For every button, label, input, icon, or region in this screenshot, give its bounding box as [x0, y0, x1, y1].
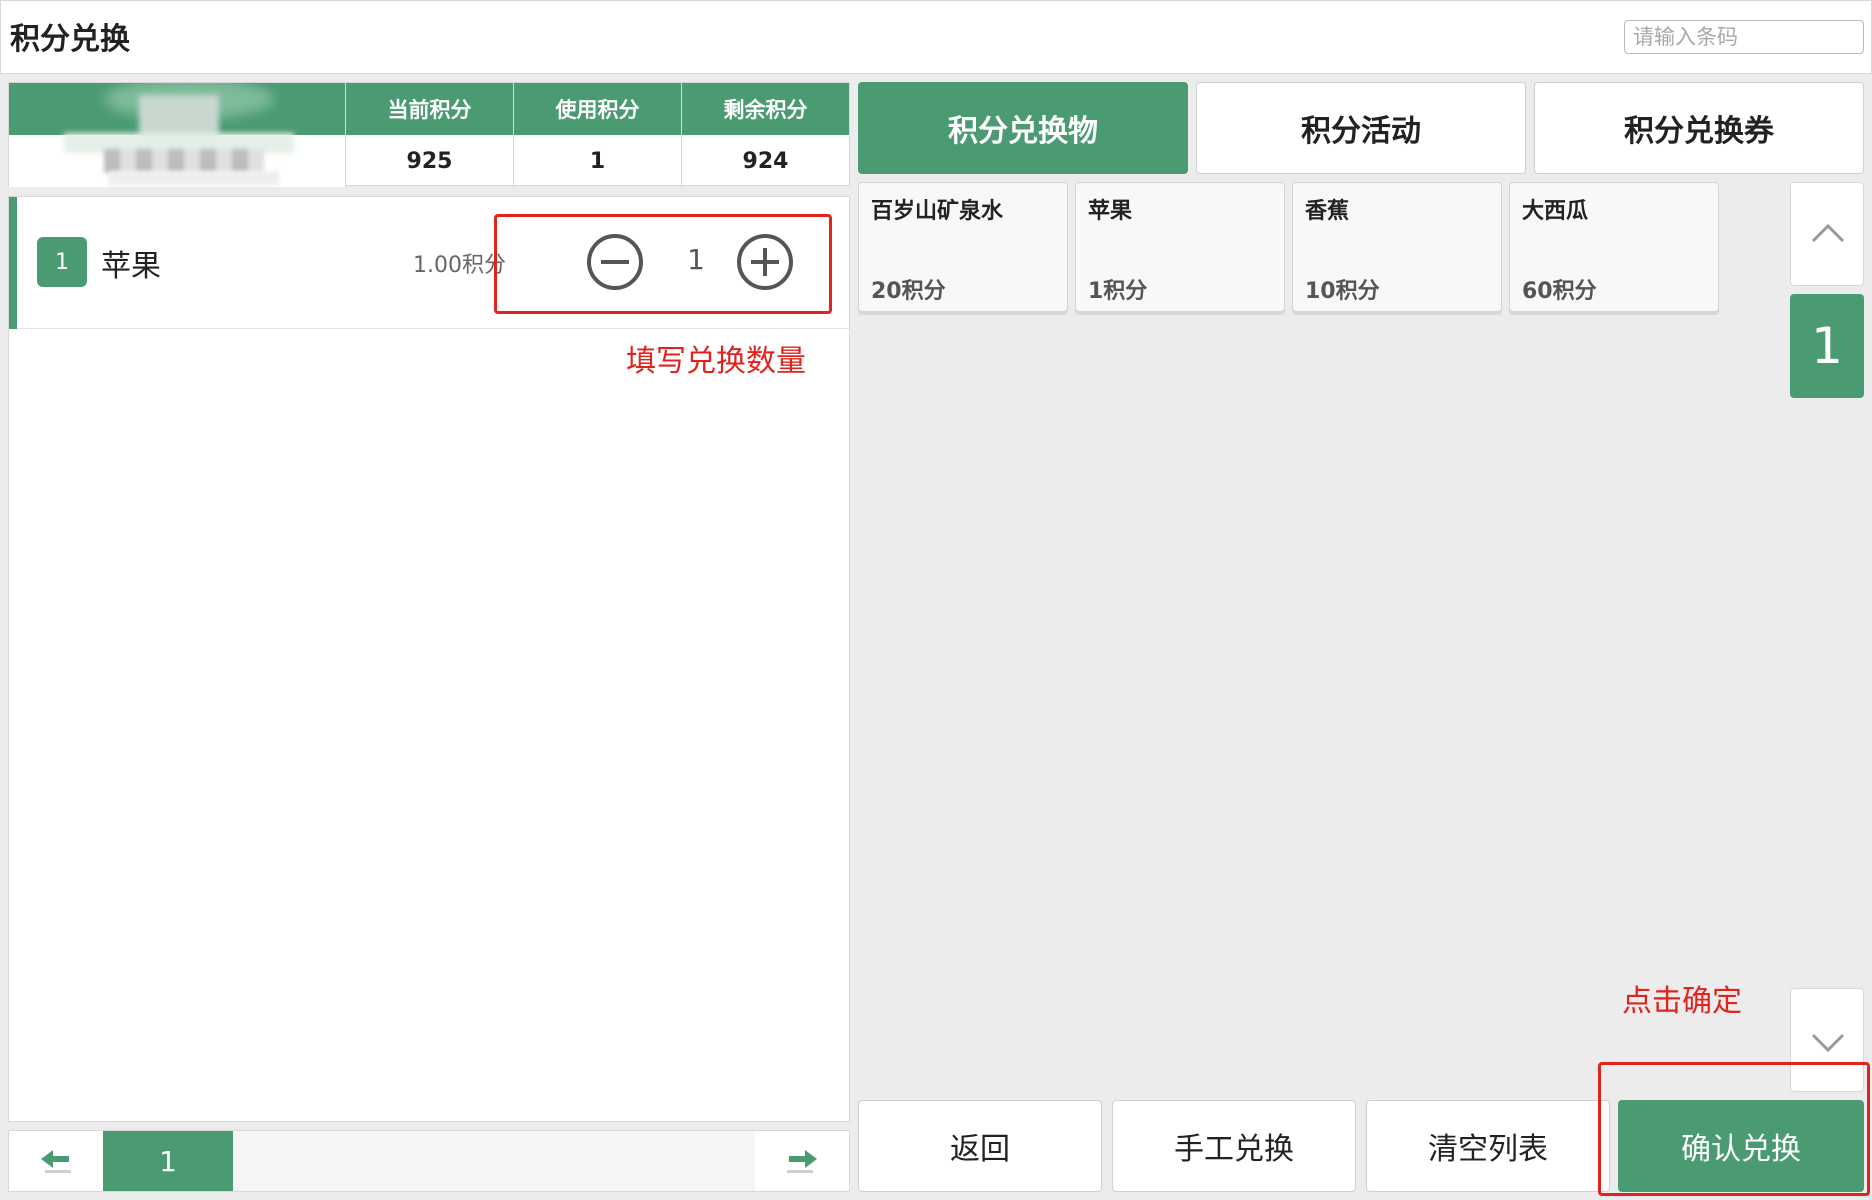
stat-value: 924: [742, 148, 789, 174]
product-card[interactable]: 大西瓜 60积分: [1509, 182, 1719, 312]
annotation-highlight-confirm: [1598, 1062, 1870, 1196]
product-name: 苹果: [1088, 199, 1133, 224]
product-card[interactable]: 苹果 1积分: [1075, 182, 1285, 312]
product-name: 百岁山矿泉水: [871, 199, 1004, 224]
cart-pager: 1: [8, 1130, 850, 1192]
item-name: 苹果: [101, 249, 161, 284]
stat-current-points: 当前积分 925: [345, 83, 513, 187]
back-button[interactable]: 返回: [858, 1100, 1102, 1192]
stat-label: 当前积分: [346, 83, 513, 135]
product-price: 1积分: [1088, 279, 1148, 304]
product-name: 香蕉: [1305, 199, 1350, 224]
product-price: 10积分: [1305, 279, 1380, 304]
page-title: 积分兑换: [10, 22, 130, 57]
pager-current-page: 1: [103, 1131, 233, 1191]
annotation-highlight-quantity: [494, 214, 832, 314]
chevron-up-icon[interactable]: [1790, 182, 1864, 286]
stat-value: 925: [406, 148, 453, 174]
arrow-left-icon[interactable]: [9, 1131, 103, 1191]
annotation-quantity: 填写兑换数量: [626, 344, 806, 379]
item-points: 1.00积分: [413, 253, 506, 278]
tab-activities[interactable]: 积分活动: [1196, 82, 1526, 174]
product-name: 大西瓜: [1522, 199, 1589, 224]
app-header: [0, 0, 1872, 74]
product-card[interactable]: 香蕉 10积分: [1292, 182, 1502, 312]
clear-list-button[interactable]: 清空列表: [1366, 1100, 1610, 1192]
member-summary: 当前积分 925 使用积分 1 剩余积分 924: [8, 82, 850, 187]
tab-exchange-items[interactable]: 积分兑换物: [858, 82, 1188, 174]
product-current-page: 1: [1790, 294, 1864, 398]
stat-remaining-points: 剩余积分 924: [681, 83, 849, 187]
product-price: 60积分: [1522, 279, 1597, 304]
stat-label: 剩余积分: [682, 83, 849, 135]
arrow-right-icon[interactable]: [755, 1131, 849, 1191]
stat-value: 1: [589, 148, 606, 174]
stat-used-points: 使用积分 1: [513, 83, 681, 187]
item-index: 1: [37, 237, 87, 287]
cart-list: 1 苹果 1.00积分 1: [8, 196, 850, 1122]
tab-coupons[interactable]: 积分兑换券: [1534, 82, 1864, 174]
product-card[interactable]: 百岁山矿泉水 20积分: [858, 182, 1068, 312]
member-avatar: [9, 83, 345, 187]
product-price: 20积分: [871, 279, 946, 304]
selected-indicator: [9, 197, 17, 329]
manual-exchange-button[interactable]: 手工兑换: [1112, 1100, 1356, 1192]
stat-label: 使用积分: [514, 83, 681, 135]
annotation-confirm: 点击确定: [1622, 984, 1742, 1019]
barcode-input[interactable]: [1624, 20, 1864, 54]
